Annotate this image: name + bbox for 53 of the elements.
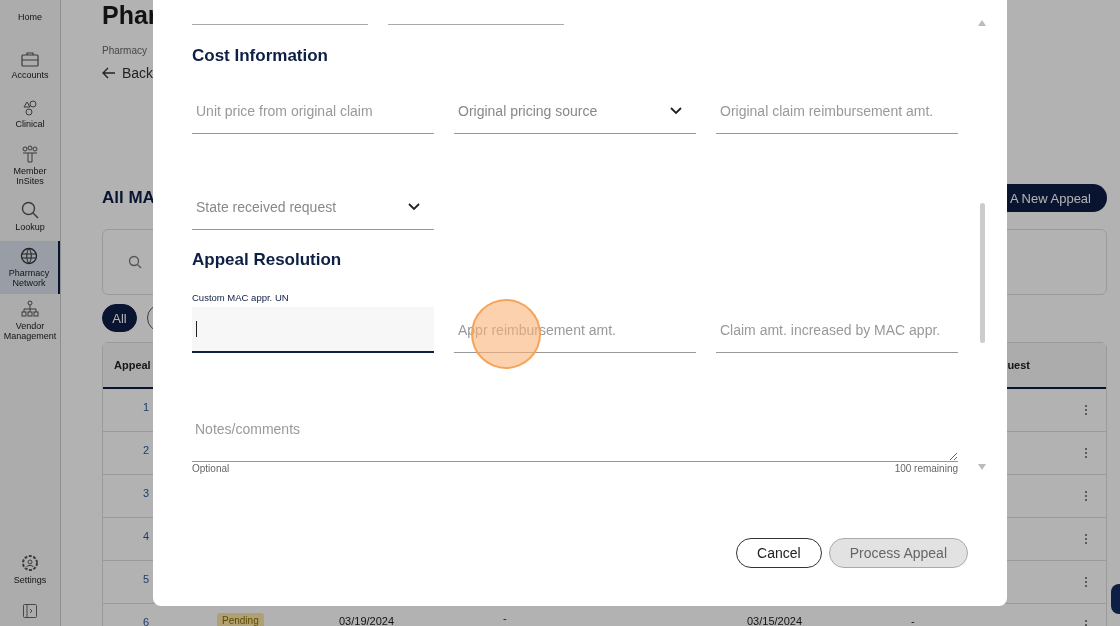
settings-icon <box>21 554 39 572</box>
more-icon[interactable] <box>1084 533 1088 545</box>
table-cell: 03/19/2024 <box>339 615 395 626</box>
org-chart-icon <box>21 300 39 318</box>
search-icon <box>128 255 142 269</box>
briefcase-icon <box>21 51 39 67</box>
globe-icon <box>20 247 38 265</box>
appeal-link[interactable]: 2 <box>143 444 150 456</box>
nav-item[interactable]: Pharmacy Network <box>0 241 60 294</box>
nav-item[interactable]: Clinical <box>0 90 60 139</box>
section-heading: Cost Information <box>192 46 329 66</box>
back-link[interactable]: Back <box>102 65 1107 81</box>
filter-chip[interactable]: All <box>102 304 137 332</box>
appeal-link[interactable]: 3 <box>143 487 150 499</box>
people-icon <box>21 145 39 163</box>
table-cell: 03/15/2024 <box>747 615 803 626</box>
arrow-left-icon <box>102 67 116 79</box>
breadcrumb: Pharmacy <box>102 45 147 56</box>
field-label: Custom MAC appr. UN <box>192 292 290 303</box>
nav-item[interactable]: Lookup <box>0 192 60 241</box>
helper-text: Optional <box>192 463 230 474</box>
scroll-up-icon[interactable] <box>978 20 986 26</box>
section-heading: Appeal Resolution <box>192 250 343 270</box>
scrollbar-thumb[interactable] <box>979 203 985 343</box>
settings-button[interactable]: Settings <box>13 545 47 594</box>
nav-item[interactable]: Accounts <box>0 41 60 90</box>
more-icon[interactable] <box>1084 576 1088 588</box>
table-cell: - <box>503 612 507 624</box>
more-icon[interactable] <box>1084 404 1088 416</box>
expand-panel-icon[interactable] <box>23 604 37 618</box>
appeal-link[interactable]: 1 <box>143 401 150 413</box>
column-header: uest <box>1007 359 1030 371</box>
character-counter: 100 remaining <box>894 463 958 474</box>
more-icon[interactable] <box>1084 490 1088 502</box>
scroll-down-icon[interactable] <box>978 464 986 470</box>
appeal-link[interactable]: 5 <box>143 573 150 585</box>
nav-item[interactable]: Home <box>0 0 60 41</box>
column-header: Appeal <box>114 359 151 371</box>
chevron-down-icon <box>670 106 682 115</box>
input-field[interactable] <box>192 307 434 353</box>
appeal-link[interactable]: 4 <box>143 530 150 542</box>
nav-item[interactable]: Vendor Management <box>0 294 60 347</box>
search-icon <box>21 201 39 219</box>
nav-item[interactable]: Member InSites <box>0 139 60 192</box>
pills-icon <box>22 100 38 116</box>
status-badge: Pending <box>217 613 264 626</box>
table-cell: - <box>911 615 915 626</box>
section-title: All MA <box>102 188 155 208</box>
page-title: Phar <box>102 0 158 30</box>
chevron-down-icon <box>408 202 420 211</box>
more-icon[interactable] <box>1084 447 1088 459</box>
appeal-link[interactable]: 6 <box>143 616 150 626</box>
cancel-button[interactable]: Cancel <box>736 538 822 568</box>
